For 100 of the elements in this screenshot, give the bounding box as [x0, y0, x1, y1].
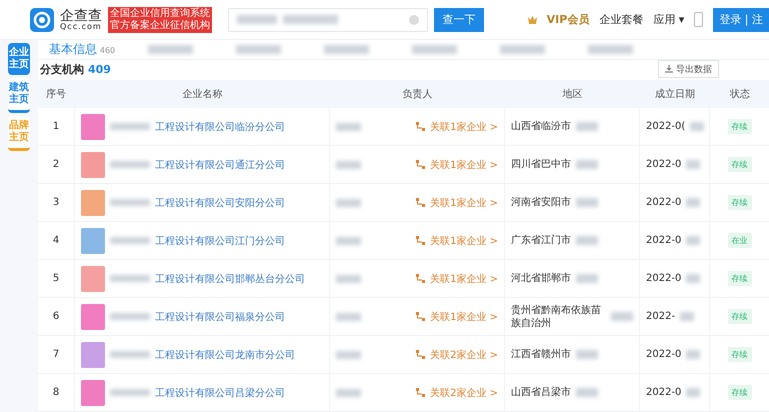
company-name-link[interactable]: 工程设计有限公司通江分公司: [155, 158, 285, 172]
blurred-text: [576, 388, 598, 397]
search-button[interactable]: 查一下: [434, 8, 484, 32]
date-text: 2022-0(: [646, 121, 686, 132]
row-number: 8: [38, 374, 75, 412]
column-header: 负责人: [330, 80, 505, 108]
blurred-text: [237, 15, 277, 24]
company-name-link[interactable]: 工程设计有限公司临汾分公司: [155, 120, 285, 134]
network-icon: [416, 198, 426, 207]
blurred-text: [686, 160, 700, 169]
status-tag: 存续: [728, 271, 752, 286]
blurred-text: [576, 160, 598, 169]
region-text: 河北省邯郸市: [511, 272, 571, 285]
blurred-text: [576, 274, 598, 283]
related-companies-link[interactable]: 关联1家企业 >: [430, 272, 498, 286]
tab[interactable]: 基本信息 460: [38, 41, 126, 58]
related-companies-link[interactable]: 关联1家企业 >: [430, 120, 498, 134]
export-button[interactable]: 导出数据: [658, 60, 719, 78]
status-tag: 存续: [728, 347, 752, 362]
region-text: 河南省安阳市: [511, 196, 571, 209]
date-text: 2022-: [646, 311, 676, 322]
column-header: 状态: [710, 80, 769, 108]
vip-link[interactable]: VIP会员: [546, 12, 590, 27]
column-header: 企业名称: [75, 80, 330, 108]
related-companies-link[interactable]: 关联1家企业 >: [430, 310, 498, 324]
company-name-link[interactable]: 工程设计有限公司福泉分公司: [155, 310, 285, 324]
network-icon: [416, 312, 426, 321]
status-tag: 存续: [728, 309, 752, 324]
blurred-text: [686, 236, 700, 245]
blurred-text: [110, 351, 150, 358]
blurred-text: [336, 122, 361, 130]
date-text: 2022-0: [646, 349, 682, 360]
row-number: 5: [38, 260, 75, 298]
company-name-link[interactable]: 工程设计有限公司邯郸丛台分公司: [155, 272, 305, 286]
row-number: 4: [38, 222, 75, 260]
column-header: 序号: [38, 80, 75, 108]
region-text: 山西省吕梁市: [511, 386, 571, 399]
row-number: 7: [38, 336, 75, 374]
blurred-text: [336, 312, 361, 320]
crown-icon: [528, 16, 537, 24]
company-name-link[interactable]: 工程设计有限公司江门分公司: [155, 234, 285, 248]
row-number: 2: [38, 146, 75, 184]
phone-icon[interactable]: [694, 12, 704, 27]
related-companies-link[interactable]: 关联1家企业 >: [430, 196, 498, 210]
section-count: 409: [88, 62, 111, 76]
date-text: 2022-0: [646, 197, 682, 208]
related-companies-link[interactable]: 关联2家企业 >: [430, 386, 498, 400]
blurred-text: [690, 122, 704, 131]
blurred-text: [576, 198, 598, 207]
status-tag: 存续: [728, 157, 752, 172]
blurred-text: [336, 274, 361, 282]
status-tag: 存续: [728, 119, 752, 134]
region-text: 山西省临汾市: [511, 120, 571, 133]
date-text: 2022-0: [646, 159, 682, 170]
side-tab[interactable]: 品牌主页: [8, 116, 30, 151]
blurred-text: [236, 45, 280, 54]
blurred-text: [686, 274, 700, 283]
network-icon: [416, 350, 426, 359]
region-text: 四川省巴中市: [511, 158, 571, 171]
blurred-text: [283, 15, 338, 24]
status-tag: 存续: [728, 195, 752, 210]
related-companies-link[interactable]: 关联1家企业 >: [430, 234, 498, 248]
related-companies-link[interactable]: 关联2家企业 >: [430, 348, 498, 362]
blurred-text: [110, 313, 150, 320]
blurred-text: [336, 388, 361, 396]
network-icon: [416, 274, 426, 283]
region-text: 广东省江门市: [511, 234, 571, 247]
login-button[interactable]: 登录 | 注: [713, 8, 769, 32]
company-name-link[interactable]: 工程设计有限公司安阳分公司: [155, 196, 285, 210]
blurred-text: [110, 199, 150, 206]
download-icon: [665, 65, 673, 73]
blurred-text: [336, 160, 361, 168]
blurred-text: [110, 123, 150, 130]
clear-icon[interactable]: [409, 14, 419, 24]
blurred-text: [324, 45, 368, 54]
blurred-text: [336, 198, 361, 206]
logo-domain: Qcc.com: [60, 22, 102, 30]
row-number: 1: [38, 108, 75, 146]
blurred-text: [500, 45, 544, 54]
related-companies-link[interactable]: 关联1家企业 >: [430, 158, 498, 172]
company-name-link[interactable]: 工程设计有限公司吕梁分公司: [155, 386, 285, 400]
search-field[interactable]: [228, 8, 428, 32]
logo-icon: [30, 8, 54, 32]
blurred-text: [611, 312, 633, 321]
blurred-text: [336, 350, 361, 358]
column-header: 成立日期: [640, 80, 710, 108]
blurred-text: [110, 275, 150, 282]
side-tab[interactable]: 建筑主页: [8, 78, 30, 113]
column-header: 地区: [505, 80, 640, 108]
date-text: 2022-0: [646, 235, 682, 246]
network-icon: [416, 122, 426, 131]
blurred-text: [576, 350, 598, 359]
company-name-link[interactable]: 工程设计有限公司龙南市分公司: [155, 348, 295, 362]
logo-text: 企查查: [60, 8, 102, 22]
blurred-text: [576, 236, 598, 245]
blurred-text: [412, 45, 456, 54]
side-tab[interactable]: 企业主页: [8, 43, 30, 75]
status-tag: 在业: [728, 233, 752, 248]
nav-link[interactable]: 企业套餐: [599, 12, 644, 27]
apps-menu[interactable]: 应用 ▾: [653, 12, 684, 27]
